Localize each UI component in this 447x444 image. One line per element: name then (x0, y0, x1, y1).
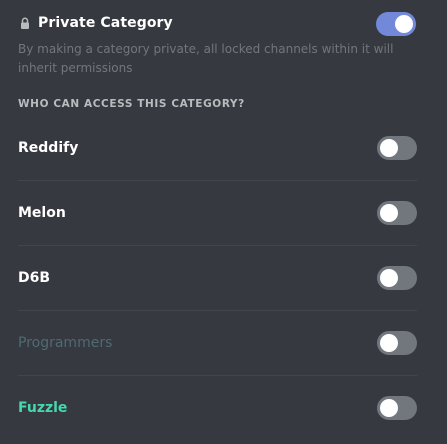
toggle-knob (380, 399, 398, 417)
role-name: Programmers (18, 335, 113, 351)
role-row-fuzzle: Fuzzle (18, 376, 417, 440)
access-section-heading: WHO CAN ACCESS THIS CATEGORY? (18, 98, 245, 110)
role-toggle-reddify[interactable] (377, 136, 417, 160)
role-toggle-d6b[interactable] (377, 266, 417, 290)
role-row-d6b: D6B (18, 246, 417, 310)
toggle-knob (380, 204, 398, 222)
toggle-knob (380, 334, 398, 352)
role-name: Melon (18, 205, 66, 221)
lock-icon (18, 15, 32, 31)
role-name: Fuzzle (18, 400, 68, 416)
role-toggle-fuzzle[interactable] (377, 396, 417, 420)
role-name: D6B (18, 270, 51, 286)
role-toggle-melon[interactable] (377, 201, 417, 225)
role-row-reddify: Reddify (18, 116, 417, 180)
private-category-header: Private Category (18, 10, 417, 36)
private-category-description: By making a category private, all locked… (18, 42, 394, 75)
private-category-settings: Private Category By making a category pr… (0, 0, 447, 444)
role-row-melon: Melon (18, 181, 417, 245)
role-toggle-programmers[interactable] (377, 331, 417, 355)
toggle-knob (380, 139, 398, 157)
role-name: Reddify (18, 140, 79, 156)
private-category-toggle[interactable] (376, 12, 416, 36)
toggle-knob (380, 269, 398, 287)
role-row-programmers: Programmers (18, 311, 417, 375)
private-category-title: Private Category (38, 15, 173, 31)
toggle-knob (395, 15, 413, 33)
